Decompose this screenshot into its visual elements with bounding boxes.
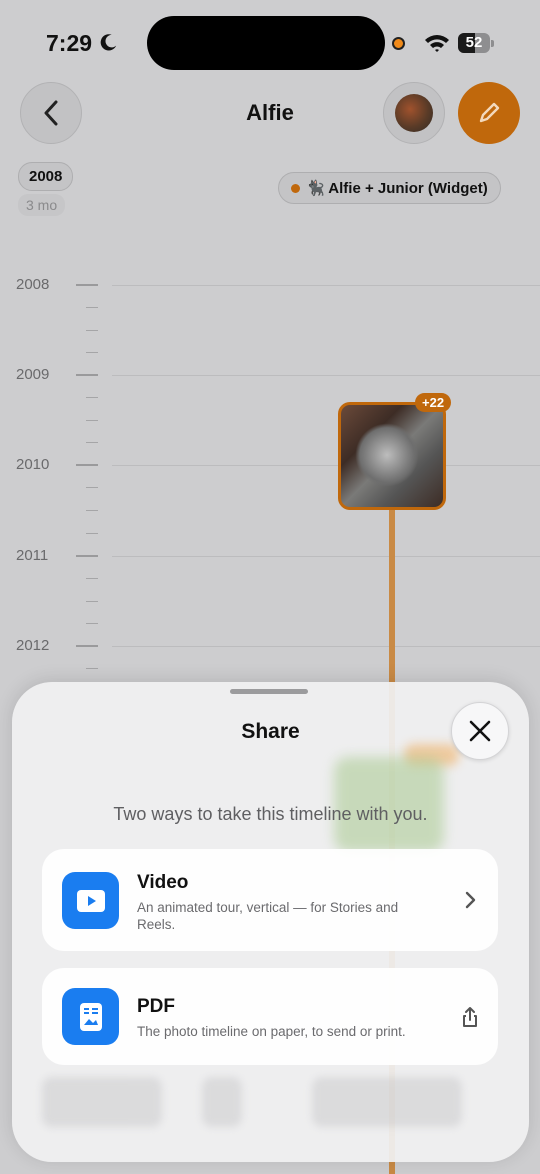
avatar [395, 94, 433, 132]
album-filter-label: 🐈‍⬛ Alfie + Junior (Widget) [306, 180, 488, 197]
pencil-icon [479, 102, 500, 123]
sheet-grabber[interactable] [230, 689, 308, 694]
year-label: 2009 [16, 366, 50, 383]
option-title: PDF [137, 996, 175, 1017]
option-description: An animated tour, vertical — for Stories… [137, 900, 399, 932]
timeline-screen: 7:29 52 Alfie 2008 3 mo 🐈‍⬛ Alfie + Juni… [0, 0, 540, 1174]
status-time: 7:29 [46, 30, 93, 56]
dynamic-island [147, 16, 385, 70]
moon-icon [100, 34, 117, 51]
year-label: 2012 [16, 637, 50, 654]
chevron-right-icon [465, 891, 476, 909]
share-sheet: Share Two ways to take this timeline wit… [12, 682, 529, 1162]
battery-icon: 52 [458, 33, 494, 53]
year-label: 2011 [16, 547, 49, 564]
filter-dot [291, 183, 300, 193]
photo-cluster-thumbnail[interactable] [338, 402, 446, 510]
share-icon [463, 1007, 477, 1027]
background-content-blur [42, 1077, 498, 1127]
duration-pill: 3 mo [18, 194, 66, 216]
share-pdf-option[interactable]: PDF The photo timeline on paper, to send… [42, 968, 498, 1065]
share-video-option[interactable]: Video An animated tour, vertical — for S… [42, 849, 498, 951]
current-year-pill[interactable]: 2008 [18, 162, 74, 191]
play-icon [62, 872, 119, 929]
option-title: Video [137, 872, 189, 893]
close-button[interactable] [451, 702, 509, 760]
recording-indicator [392, 37, 405, 50]
year-label: 2008 [16, 276, 50, 293]
year-label: 2010 [16, 456, 50, 473]
edit-button[interactable] [458, 82, 520, 144]
sheet-subtitle: Two ways to take this timeline with you. [113, 804, 428, 824]
wifi-icon [425, 35, 449, 52]
close-icon [469, 720, 491, 742]
album-filter-pill[interactable]: 🐈‍⬛ Alfie + Junior (Widget) [278, 172, 501, 204]
cat-photo [355, 423, 419, 487]
document-icon [62, 988, 119, 1045]
photo-count-badge: +22 [415, 393, 452, 412]
option-description: The photo timeline on paper, to send or … [137, 1024, 406, 1039]
avatar-button[interactable] [383, 82, 445, 144]
battery-level: 52 [465, 34, 483, 51]
